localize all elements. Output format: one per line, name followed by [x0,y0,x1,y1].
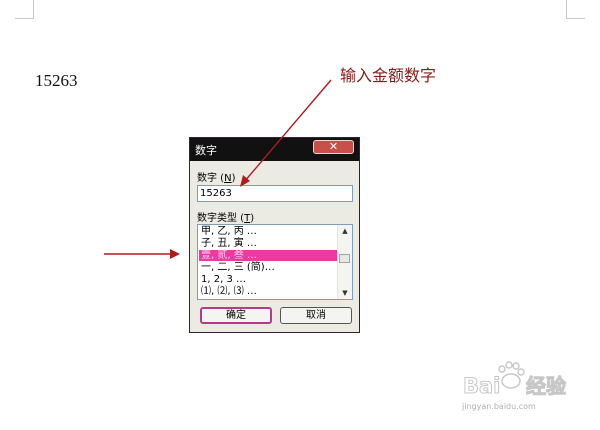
number-type-label: 数字类型 (T) [197,213,255,224]
number-dialog: 数字 ✕ 数字 (N) 数字类型 (T) 甲, 乙, 丙 … 子, 丑, 寅 …… [189,137,360,333]
number-label: 数字 (N) [197,173,236,184]
list-item-daxie-selected[interactable]: 壹, 贰, 叁 … [199,250,339,261]
list-item-fullwidth-digits[interactable]: 1, 2, 3 … [201,274,337,285]
arrow-to-selected-item [104,249,180,259]
list-item-zhongwen-jian[interactable]: 一, 二, 三 (简)… [201,262,337,273]
ok-button[interactable]: 确定 [200,307,272,324]
close-button[interactable]: ✕ [313,140,354,154]
number-input[interactable] [197,185,353,202]
close-icon: ✕ [328,140,339,153]
number-label-text: 数字 [197,173,217,184]
watermark-url: jingyan.baidu.com [461,402,536,411]
svg-text:Bai: Bai [463,374,500,398]
cancel-button[interactable]: 取消 [280,307,352,324]
annotation-label: 输入金额数字 [340,66,437,85]
list-item-tiangan[interactable]: 甲, 乙, 丙 … [201,226,337,237]
dialog-titlebar[interactable]: 数字 ✕ [190,138,359,161]
scroll-up-icon[interactable]: ▲ [338,225,352,237]
page-corner-mark-right-v [566,0,567,18]
page-corner-mark-right-h [566,18,585,19]
list-scrollbar[interactable]: ▲ ▼ [337,225,352,299]
number-type-list[interactable]: 甲, 乙, 丙 … 子, 丑, 寅 … 壹, 贰, 叁 … 一, 二, 三 (简… [197,224,353,300]
page-corner-mark-left-h [15,18,34,19]
number-type-label-key: T [244,213,251,224]
scroll-thumb[interactable] [339,254,350,263]
baidu-paw-logo [498,361,525,389]
number-type-label-text: 数字类型 [197,213,237,224]
number-label-key: N [224,173,232,184]
document-number-text: 15263 [35,71,78,90]
dialog-title: 数字 [195,144,217,157]
page-corner-mark-left-v [33,0,34,18]
svg-text:经验: 经验 [526,374,566,398]
list-item-dizhi[interactable]: 子, 丑, 寅 … [201,238,337,249]
list-item-parenthesized[interactable]: ⑴, ⑵, ⑶ … [201,286,337,297]
scroll-down-icon[interactable]: ▼ [338,287,352,299]
